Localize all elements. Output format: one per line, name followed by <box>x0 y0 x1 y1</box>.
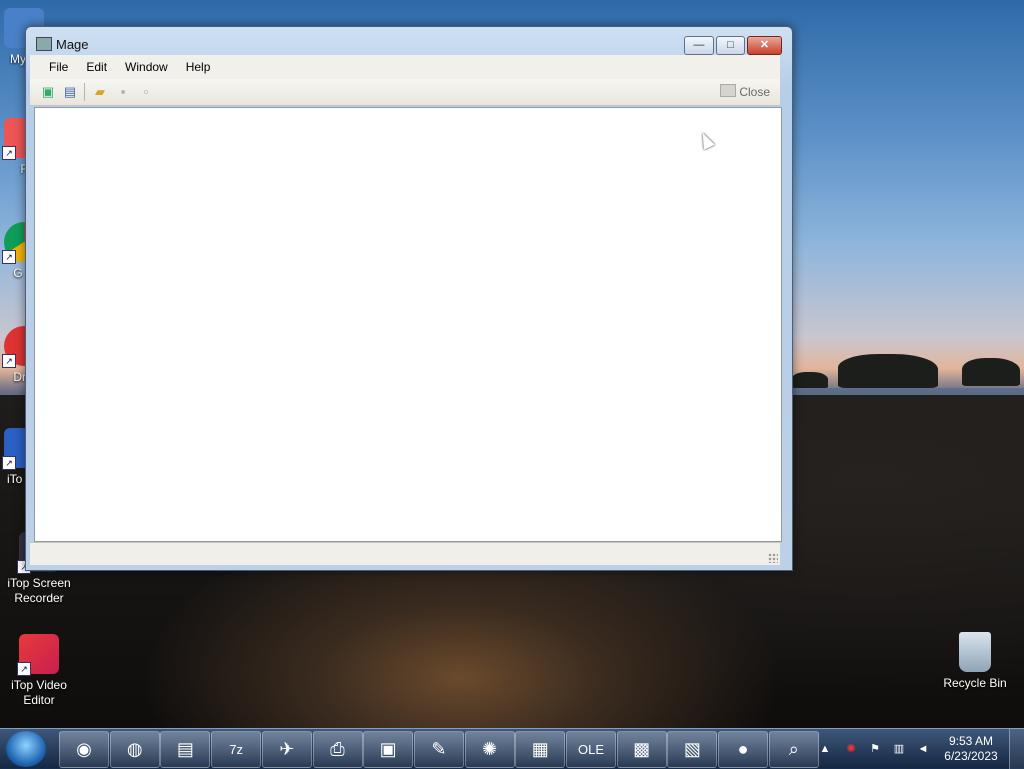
show-hidden-icons-arrow[interactable]: ▲ <box>818 742 832 756</box>
video-editor-icon: ↗ <box>17 634 59 676</box>
toolbar-separator <box>84 83 85 101</box>
close-document-button[interactable]: Close <box>720 84 770 100</box>
resize-grip-icon[interactable] <box>768 553 778 563</box>
video-recorder-icon[interactable]: ● <box>718 731 769 768</box>
maximize-button[interactable]: □ <box>716 36 745 55</box>
paper-plane-icon[interactable]: ✈ <box>261 731 312 768</box>
desktop-icon-label: Recycle Bin <box>943 676 1007 690</box>
file-explorer-icon[interactable]: ▤ <box>160 731 211 768</box>
7zip-icon[interactable]: 7z <box>211 731 262 768</box>
close-label: Close <box>739 85 770 99</box>
desktop-icon-label: iTop Video Editor <box>11 678 67 707</box>
security-icon[interactable]: ✺ <box>844 742 858 756</box>
start-button[interactable] <box>6 731 46 767</box>
island-background <box>792 372 828 388</box>
desktop-icon-label: iTop Screen Recorder <box>7 576 71 605</box>
desktop-icon-recycle-bin[interactable]: Recycle Bin <box>937 632 1013 691</box>
window-settings-icon[interactable]: ▧ <box>667 731 718 768</box>
app-icon <box>36 37 52 51</box>
firefox-icon[interactable]: ◍ <box>109 731 160 768</box>
printer-icon[interactable]: ⎙ <box>312 731 363 768</box>
island-background <box>962 358 1020 386</box>
paint-icon[interactable]: ✎ <box>413 731 464 768</box>
save-icon[interactable]: ▪ <box>115 84 131 99</box>
control-panel-icon[interactable]: ▣ <box>363 731 414 768</box>
chrome-icon[interactable]: ◉ <box>59 731 109 768</box>
network-icon[interactable]: ▥ <box>892 742 906 756</box>
open-folder-icon[interactable]: ▰ <box>92 84 108 99</box>
close-window-button[interactable]: ✕ <box>747 36 782 55</box>
settings-red-icon[interactable]: ✺ <box>464 731 515 768</box>
action-center-flag-icon[interactable]: ⚑ <box>868 742 882 756</box>
taskbar: ◉ ◍ ▤ 7z ✈ ⎙ ▣ ✎ ✺ ▦ OLE ▩ ▧ ● ⌕ ▲ ✺ ⚑ ▥ ◄ 9:53 AM 6/2… <box>0 728 1024 769</box>
clock-time: 9:53 AM <box>948 734 994 748</box>
menu-file[interactable]: File <box>40 55 77 79</box>
recycle-bin-icon <box>959 632 991 672</box>
toolbar: ▣ ▤ ▰ ▪ ▫ Close <box>30 79 780 106</box>
document-area[interactable] <box>34 107 782 542</box>
menu-help[interactable]: Help <box>177 55 220 79</box>
desktop-icon-itop-video-editor[interactable]: ↗ iTop Video Editor <box>1 634 77 708</box>
ole-viewer-icon[interactable]: OLE <box>566 731 616 768</box>
island-background <box>838 354 938 388</box>
new-image-icon[interactable]: ▣ <box>40 84 56 99</box>
window-title: Mage <box>56 37 89 52</box>
new-document-icon[interactable]: ▤ <box>62 84 78 99</box>
menu-window[interactable]: Window <box>116 55 177 79</box>
network-app-icon[interactable]: ▩ <box>616 731 667 768</box>
menu-edit[interactable]: Edit <box>77 55 116 79</box>
menu-bar: File Edit Window Help <box>30 55 780 79</box>
magnifier-app-icon[interactable]: ⌕ <box>768 731 819 768</box>
status-bar <box>30 542 780 565</box>
save-all-icon[interactable]: ▫ <box>138 84 154 99</box>
mage-window: Mage — □ ✕ File Edit Window Help ▣ ▤ ▰ ▪ ▫ … <box>25 26 793 571</box>
taskbar-clock[interactable]: 9:53 AM 6/23/2023 <box>942 734 1000 764</box>
show-desktop-button[interactable] <box>1009 729 1024 769</box>
close-document-icon <box>720 84 737 97</box>
volume-muted-icon[interactable]: ◄ <box>916 742 930 756</box>
photo-viewer-icon[interactable]: ▦ <box>515 731 566 768</box>
clock-date: 6/23/2023 <box>944 749 998 763</box>
minimize-button[interactable]: — <box>684 36 714 55</box>
